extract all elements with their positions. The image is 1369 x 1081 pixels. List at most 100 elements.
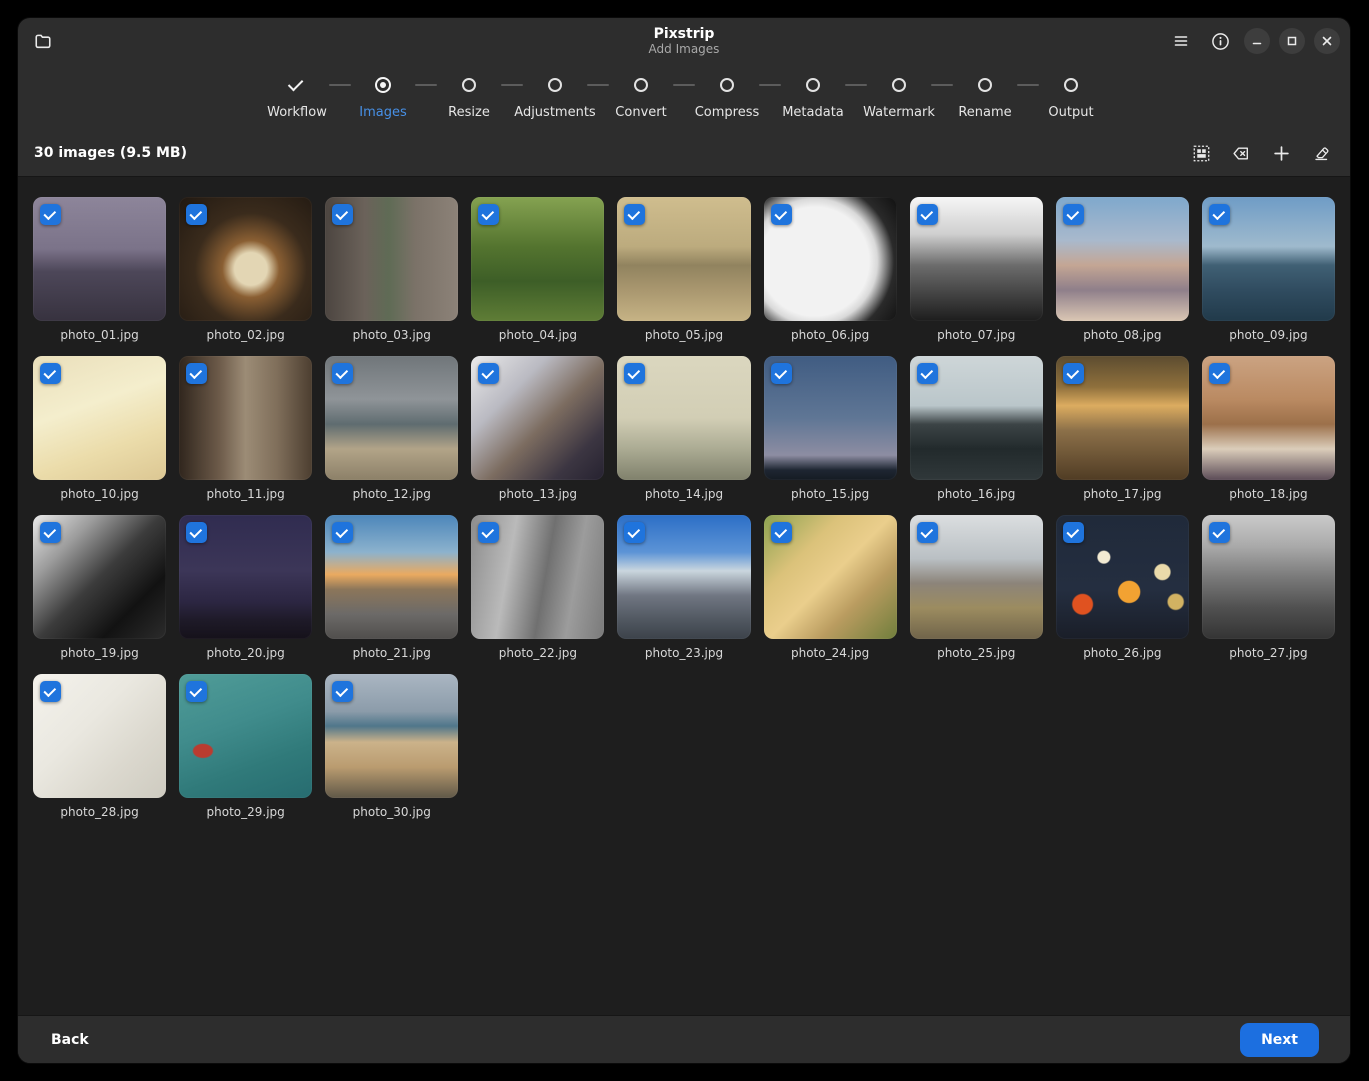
maximize-icon (1286, 35, 1298, 47)
image-thumbnail[interactable] (33, 197, 166, 321)
image-thumbnail[interactable] (1202, 356, 1335, 480)
image-thumbnail[interactable] (617, 356, 750, 480)
image-thumbnail[interactable] (471, 197, 604, 321)
image-checkbox-checked[interactable] (1063, 522, 1084, 543)
image-count-label: 30 images (9.5 MB) (34, 145, 187, 161)
main-menu-button[interactable] (1166, 26, 1196, 56)
image-checkbox-checked[interactable] (40, 522, 61, 543)
select-all-icon (1193, 145, 1210, 162)
image-checkbox-checked[interactable] (332, 522, 353, 543)
image-checkbox-checked[interactable] (478, 363, 499, 384)
image-checkbox-checked[interactable] (771, 204, 792, 225)
image-thumbnail[interactable] (617, 515, 750, 639)
eraser-icon (1312, 144, 1330, 162)
image-checkbox-checked[interactable] (771, 522, 792, 543)
image-thumbnail[interactable] (325, 197, 458, 321)
image-thumbnail[interactable] (179, 197, 312, 321)
window-title: Pixstrip (654, 27, 715, 42)
checkmark-icon (920, 207, 933, 220)
step-label: Convert (615, 105, 666, 120)
image-checkbox-checked[interactable] (186, 204, 207, 225)
image-thumbnail[interactable] (179, 674, 312, 798)
image-checkbox-checked[interactable] (332, 363, 353, 384)
clear-all-button[interactable] (1306, 138, 1336, 168)
about-button[interactable] (1205, 26, 1235, 56)
image-checkbox-checked[interactable] (1209, 522, 1230, 543)
image-checkbox-checked[interactable] (40, 204, 61, 225)
image-checkbox-checked[interactable] (624, 522, 645, 543)
image-thumbnail[interactable] (1056, 356, 1189, 480)
image-cell: photo_16.jpg (910, 356, 1043, 503)
image-checkbox-checked[interactable] (624, 363, 645, 384)
back-button[interactable]: Back (49, 1024, 91, 1056)
image-thumbnail[interactable] (179, 356, 312, 480)
next-button[interactable]: Next (1240, 1023, 1319, 1057)
image-thumbnail[interactable] (471, 515, 604, 639)
open-folder-button[interactable] (28, 26, 58, 56)
checkmark-icon (190, 366, 203, 379)
image-thumbnail[interactable] (910, 197, 1043, 321)
image-thumbnail[interactable] (910, 356, 1043, 480)
info-icon (1211, 32, 1230, 51)
step-label: Workflow (267, 105, 327, 120)
image-checkbox-checked[interactable] (917, 204, 938, 225)
minimize-button[interactable] (1244, 28, 1270, 54)
image-thumbnail[interactable] (1202, 197, 1335, 321)
image-checkbox-checked[interactable] (40, 363, 61, 384)
image-checkbox-checked[interactable] (917, 363, 938, 384)
image-filename: photo_27.jpg (1202, 644, 1335, 662)
image-checkbox-checked[interactable] (186, 522, 207, 543)
step-empty-circle-icon (978, 78, 992, 92)
image-thumbnail[interactable] (33, 356, 166, 480)
image-thumbnail[interactable] (179, 515, 312, 639)
image-checkbox-checked[interactable] (332, 681, 353, 702)
maximize-button[interactable] (1279, 28, 1305, 54)
folder-icon (34, 32, 52, 50)
step-label: Images (359, 105, 407, 120)
image-checkbox-checked[interactable] (40, 681, 61, 702)
image-thumbnail[interactable] (325, 674, 458, 798)
image-checkbox-checked[interactable] (771, 363, 792, 384)
select-all-button[interactable] (1186, 138, 1216, 168)
image-checkbox-checked[interactable] (1209, 204, 1230, 225)
step-label: Output (1048, 105, 1093, 120)
image-thumbnail[interactable] (325, 515, 458, 639)
image-thumbnail[interactable] (325, 356, 458, 480)
close-icon (1321, 35, 1333, 47)
image-checkbox-checked[interactable] (1063, 363, 1084, 384)
image-thumbnail[interactable] (1056, 515, 1189, 639)
image-checkbox-checked[interactable] (1209, 363, 1230, 384)
image-thumbnail[interactable] (1056, 197, 1189, 321)
image-checkbox-checked[interactable] (332, 204, 353, 225)
image-filename: photo_22.jpg (471, 644, 604, 662)
image-thumbnail[interactable] (471, 356, 604, 480)
add-images-button[interactable] (1266, 138, 1296, 168)
image-thumbnail[interactable] (1202, 515, 1335, 639)
image-cell: photo_22.jpg (471, 515, 604, 662)
image-checkbox-checked[interactable] (186, 363, 207, 384)
image-cell: photo_02.jpg (179, 197, 312, 344)
remove-selected-button[interactable] (1226, 138, 1256, 168)
image-checkbox-checked[interactable] (624, 204, 645, 225)
image-thumbnail[interactable] (617, 197, 750, 321)
image-checkbox-checked[interactable] (478, 204, 499, 225)
image-checkbox-checked[interactable] (186, 681, 207, 702)
image-thumbnail[interactable] (764, 356, 897, 480)
image-filename: photo_14.jpg (617, 485, 750, 503)
image-thumbnail[interactable] (910, 515, 1043, 639)
image-thumbnail[interactable] (33, 515, 166, 639)
close-button[interactable] (1314, 28, 1340, 54)
image-checkbox-checked[interactable] (478, 522, 499, 543)
checkmark-icon (190, 207, 203, 220)
image-thumbnail[interactable] (764, 197, 897, 321)
image-checkbox-checked[interactable] (917, 522, 938, 543)
image-filename: photo_24.jpg (764, 644, 897, 662)
image-thumbnail[interactable] (764, 515, 897, 639)
desktop-background: Pixstrip Add Images (0, 0, 1369, 1081)
image-checkbox-checked[interactable] (1063, 204, 1084, 225)
checkmark-icon (43, 366, 56, 379)
image-thumbnail[interactable] (33, 674, 166, 798)
step-label: Adjustments (514, 105, 595, 120)
step-output[interactable]: Output (1019, 76, 1123, 120)
image-cell: photo_08.jpg (1056, 197, 1189, 344)
